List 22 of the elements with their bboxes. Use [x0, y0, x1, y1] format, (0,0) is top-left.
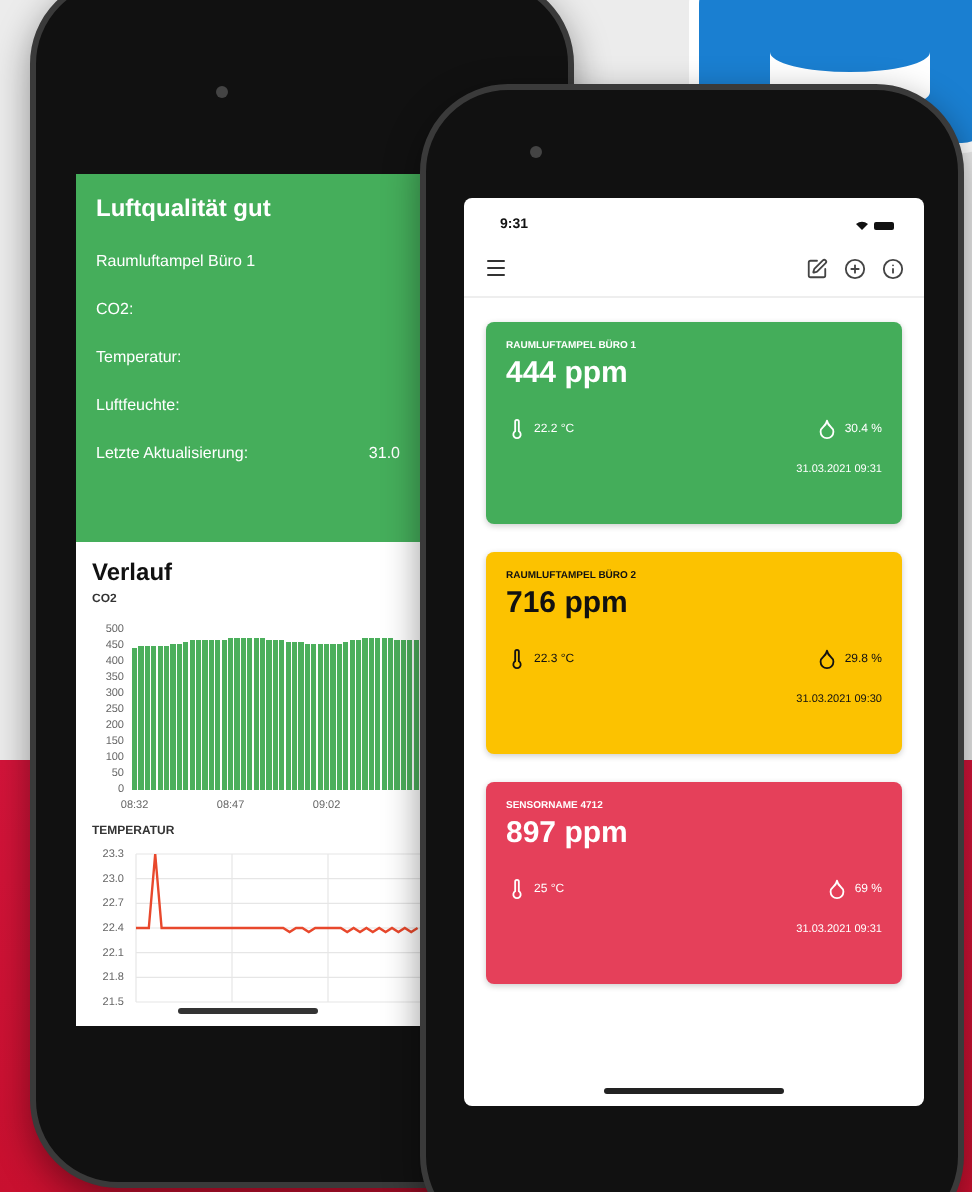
droplet-icon — [816, 648, 839, 670]
wifi-battery-icon — [852, 219, 896, 231]
co2-value: 444 ppm — [506, 356, 630, 390]
camera-dot — [216, 86, 228, 98]
section-title: Verlauf — [92, 558, 175, 586]
field-label: Letzte Aktualisierung: — [96, 444, 249, 462]
menu-icon[interactable] — [484, 256, 508, 280]
add-icon[interactable] — [844, 257, 866, 279]
sensor-name: Raumluftampel Büro 1 — [96, 252, 258, 270]
status-title: Luftqualität gut — [96, 194, 273, 222]
droplet-icon — [826, 878, 849, 900]
droplet-icon — [816, 418, 839, 440]
field-label: Temperatur: — [96, 348, 182, 366]
edit-icon[interactable] — [806, 257, 828, 279]
info-icon[interactable] — [882, 257, 904, 279]
co2-value: 897 ppm — [506, 816, 630, 850]
field-label: Luftfeuchte: — [96, 396, 180, 414]
field-label: CO2: — [96, 300, 134, 318]
co2-value: 716 ppm — [506, 586, 630, 620]
home-indicator — [178, 1008, 318, 1014]
field-value: 31.0 — [368, 444, 400, 462]
camera-dot — [530, 146, 542, 158]
